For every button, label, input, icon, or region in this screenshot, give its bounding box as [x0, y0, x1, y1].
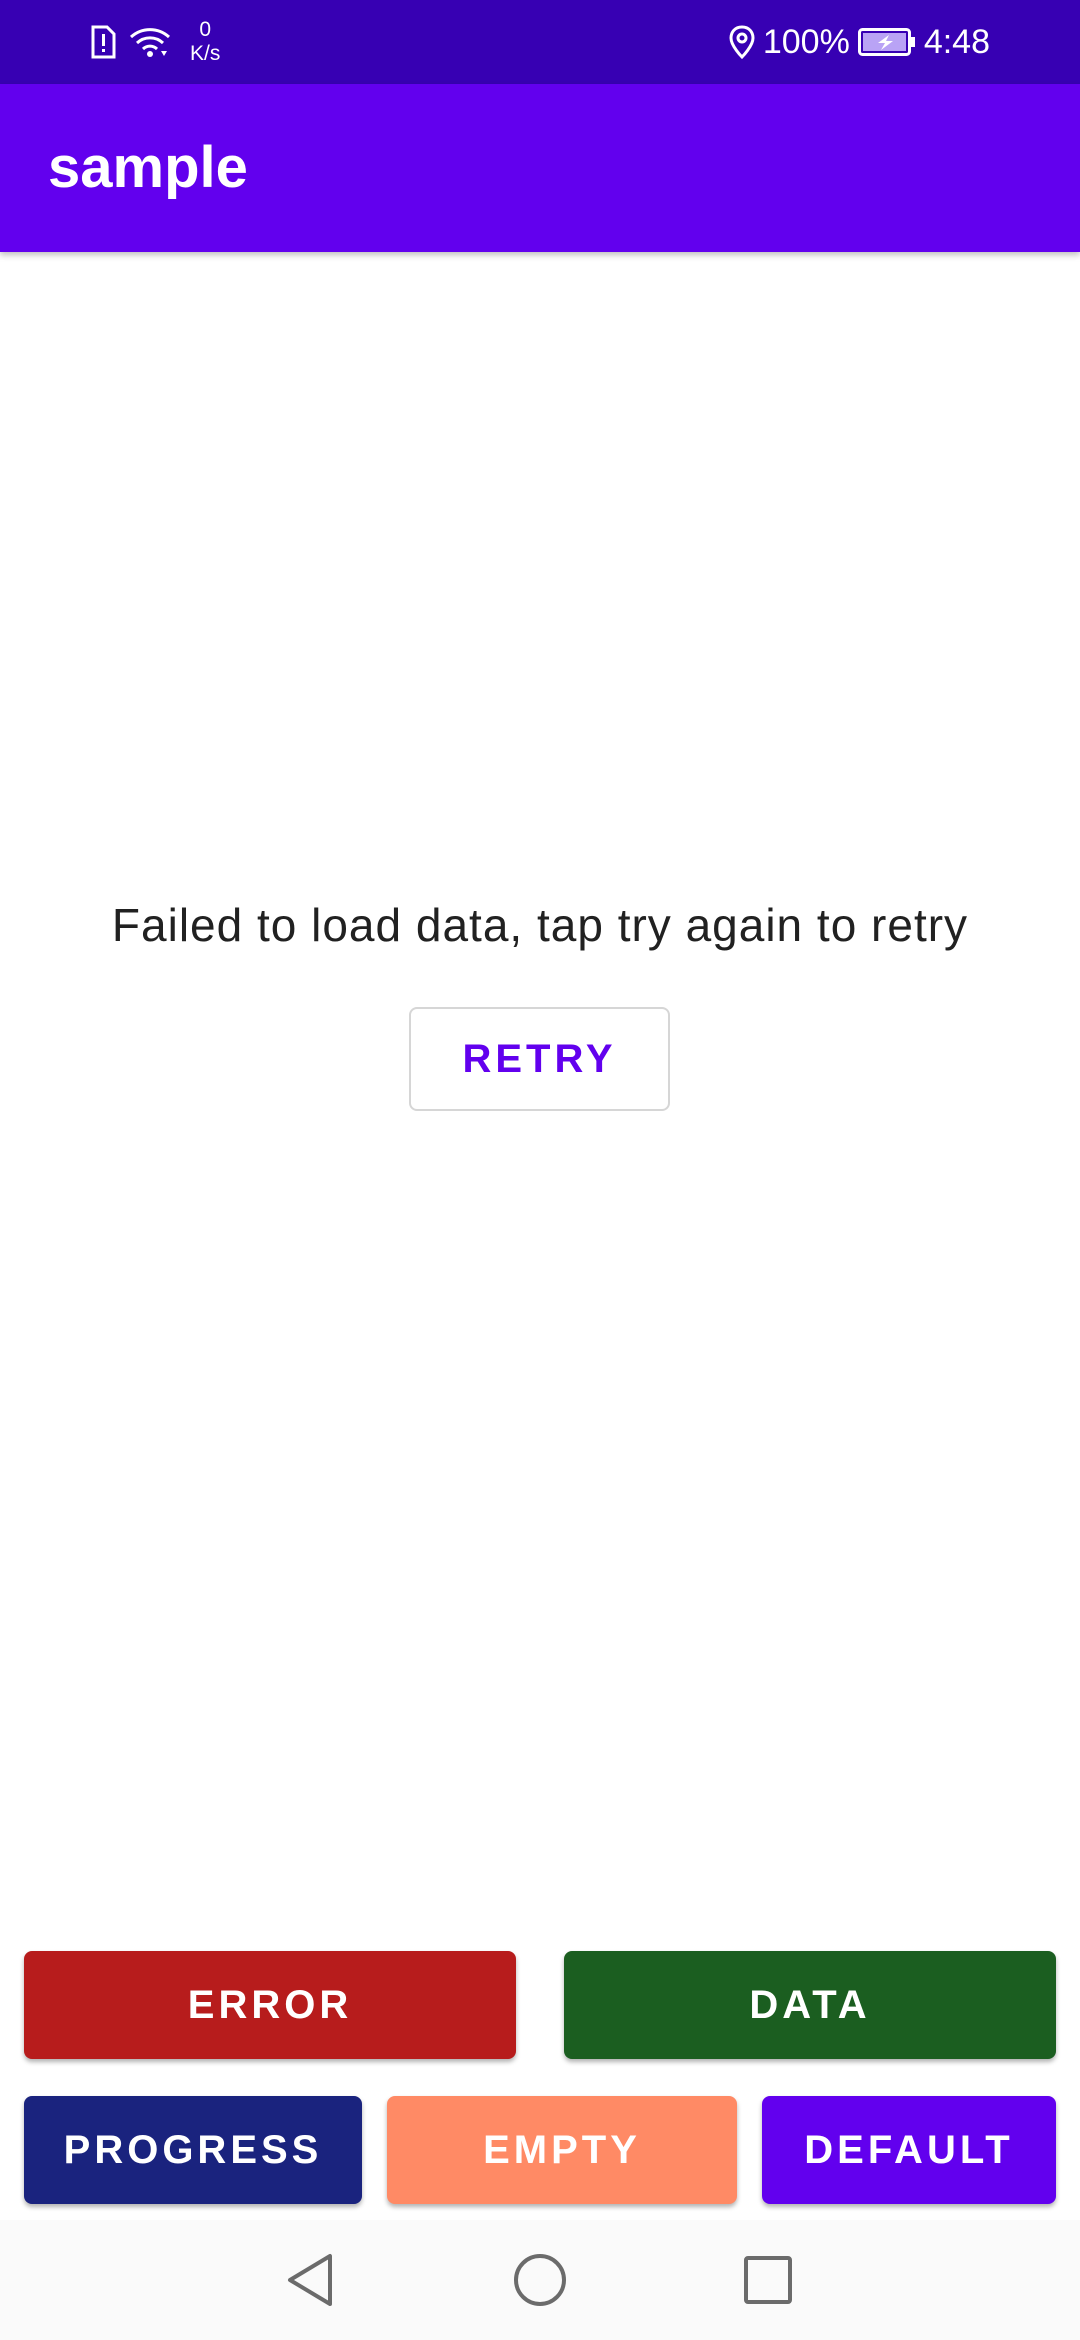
progress-button[interactable]: PROGRESS	[24, 2096, 362, 2204]
app-bar: sample	[0, 84, 1080, 252]
battery-percent: 100%	[762, 22, 850, 61]
status-bar: 0 K/s 100% 4:48	[0, 0, 1080, 84]
data-button[interactable]: DATA	[564, 1951, 1056, 2059]
recents-icon	[744, 2256, 792, 2304]
back-icon	[288, 2254, 332, 2306]
status-right: 100% 4:48	[729, 18, 990, 66]
recents-button[interactable]	[708, 2220, 828, 2340]
error-message: Failed to load data, tap try again to re…	[111, 899, 969, 951]
back-button[interactable]	[250, 2220, 370, 2340]
home-button[interactable]	[480, 2220, 600, 2340]
sim-alert-icon	[90, 25, 116, 59]
empty-button[interactable]: EMPTY	[387, 2096, 737, 2204]
clock: 4:48	[923, 22, 990, 61]
network-speed-unit: K/s	[190, 42, 221, 65]
default-button[interactable]: DEFAULT	[762, 2096, 1056, 2204]
app-title: sample	[48, 135, 248, 200]
wifi-icon	[128, 25, 172, 59]
battery-charging-icon	[857, 28, 916, 56]
network-speed-value: 0	[199, 18, 212, 41]
navigation-bar	[0, 2220, 1080, 2340]
status-left: 0 K/s	[90, 18, 220, 66]
network-speed: 0 K/s	[190, 18, 220, 66]
location-icon	[729, 25, 755, 59]
screen: 0 K/s 100% 4:48 sample Failed to load da…	[0, 0, 1080, 2340]
retry-button[interactable]: RETRY	[409, 1007, 670, 1111]
error-button[interactable]: ERROR	[24, 1951, 516, 2059]
home-icon	[514, 2254, 566, 2306]
